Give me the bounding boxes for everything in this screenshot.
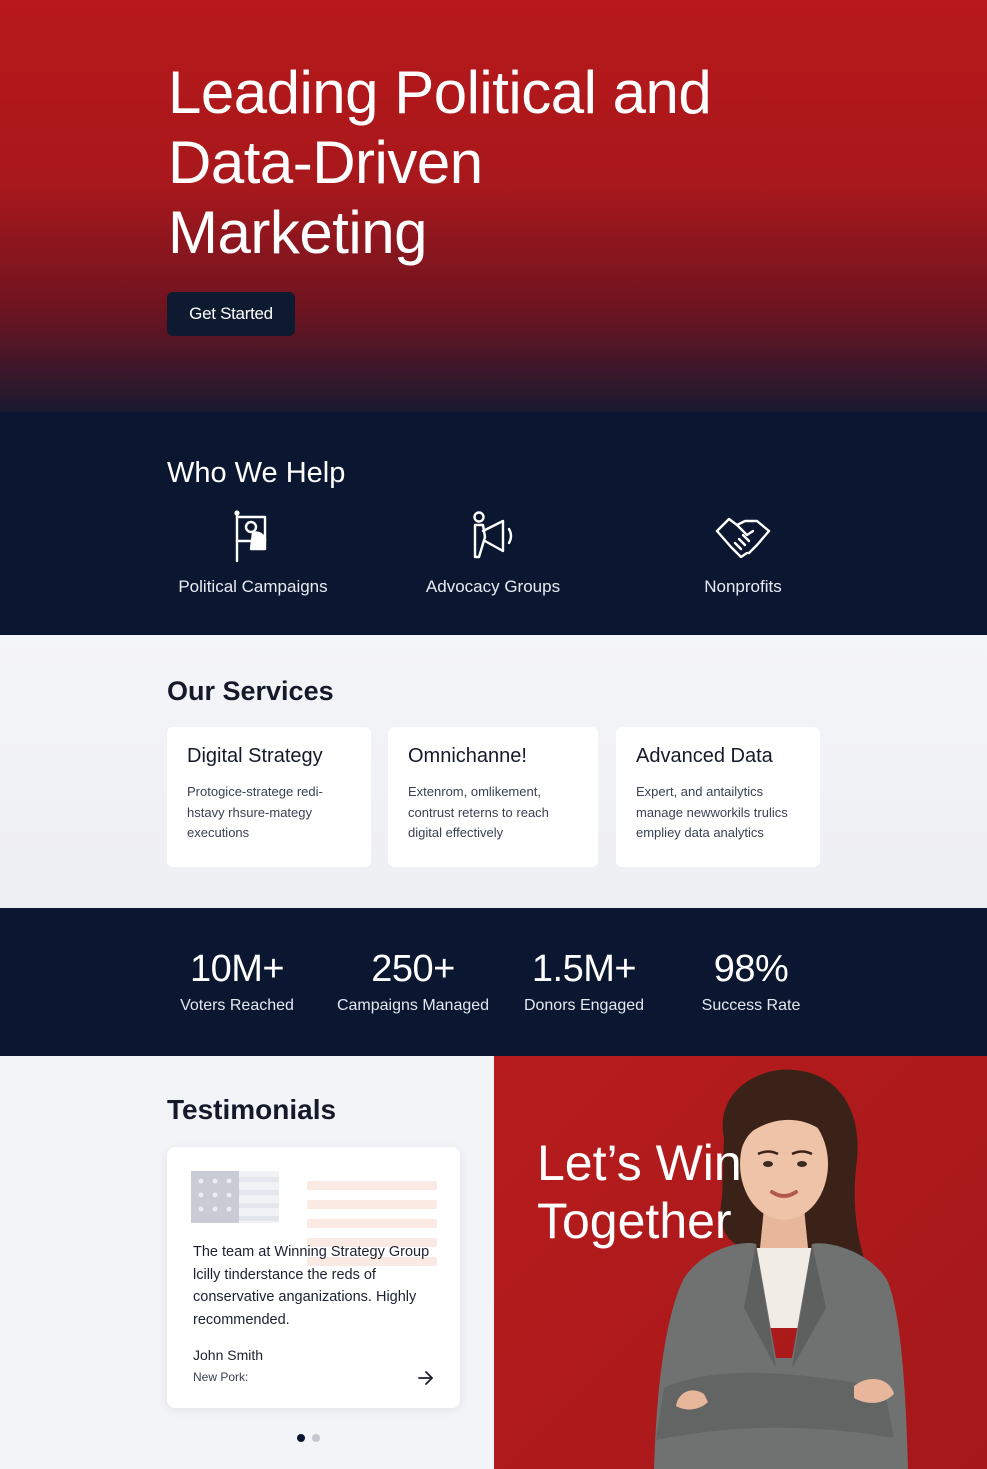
stat-value: 250+ <box>371 948 455 990</box>
testimonials-section: Testimonials The team at Winning Strateg… <box>0 1056 494 1469</box>
get-started-button[interactable]: Get Started <box>167 292 295 336</box>
services-title: Our Services <box>167 676 334 706</box>
who-we-help-section: Who We Help Political Campaigns Advocacy… <box>0 412 987 635</box>
carousel-dots <box>297 1434 320 1442</box>
stat-success-rate: 98% Success Rate <box>661 948 841 1015</box>
stat-voters-reached: 10M+ Voters Reached <box>147 948 327 1015</box>
testimonial-author: John Smith <box>193 1347 264 1363</box>
carousel-dot-active[interactable] <box>297 1434 305 1442</box>
testimonial-quote: The team at Winning Strategy Group lcill… <box>193 1244 430 1328</box>
businesswoman-portrait <box>654 1069 908 1469</box>
stat-label: Donors Engaged <box>523 997 645 1014</box>
service-card-digital-strategy[interactable]: Digital Strategy Protogice-stratege redi… <box>167 727 371 867</box>
cta-section: Let’s Win Together <box>494 1056 987 1469</box>
stats-section: 10M+ Voters Reached 250+ Campaigns Manag… <box>0 908 987 1056</box>
service-card-description: Protogice-stratege redi-hstavy rhsure-ma… <box>187 784 323 840</box>
stat-value: 1.5M+ <box>531 948 637 990</box>
hero-section: Leading Political and Data-Driven Market… <box>0 0 987 412</box>
hero-title: Leading Political and Data-Driven Market… <box>168 59 712 266</box>
testimonials-title: Testimonials <box>167 1094 337 1125</box>
carousel-dot[interactable] <box>312 1434 320 1442</box>
service-card-description: Expert, and antailytics manage newworkil… <box>636 784 788 840</box>
help-item-label: Advocacy Groups <box>425 577 561 596</box>
who-we-help-title: Who We Help <box>167 457 346 489</box>
arrow-right-icon[interactable] <box>417 1369 435 1387</box>
service-card-description: Extenrom, omlikement, contrust reterns t… <box>408 784 549 840</box>
help-item-political-campaigns[interactable]: Political Campaigns <box>153 507 353 597</box>
stat-label: Voters Reached <box>180 997 294 1014</box>
american-flag-icon <box>191 1171 279 1223</box>
stat-donors-engaged: 1.5M+ Donors Engaged <box>494 948 674 1015</box>
stat-value: 10M+ <box>189 948 285 990</box>
services-section: Our Services Digital Strategy Protogice-… <box>0 635 987 908</box>
service-card-title: Omnichanne! <box>408 745 527 767</box>
campaign-flag-icon <box>234 510 267 563</box>
help-item-label: Political Campaigns <box>178 577 328 596</box>
help-item-advocacy-groups[interactable]: Advocacy Groups <box>393 507 593 597</box>
service-card-advanced-data[interactable]: Advanced Data Expert, and antailytics ma… <box>616 727 820 867</box>
cta-title: Let’s Win Together <box>537 1135 742 1249</box>
help-item-nonprofits[interactable]: Nonprofits <box>643 507 843 597</box>
stat-value: 98% <box>713 948 789 990</box>
megaphone-icon <box>473 511 513 559</box>
handshake-icon <box>715 517 771 559</box>
service-card-title: Advanced Data <box>636 745 773 767</box>
stat-label: Success Rate <box>701 997 801 1014</box>
help-item-label: Nonprofits <box>704 577 782 596</box>
stat-campaigns-managed: 250+ Campaigns Managed <box>323 948 503 1015</box>
stat-label: Campaigns Managed <box>336 997 490 1014</box>
testimonial-location: New Pork: <box>193 1370 249 1384</box>
service-card-omnichannel[interactable]: Omnichanne! Extenrom, omlikement, contru… <box>388 727 598 867</box>
service-card-title: Digital Strategy <box>187 745 323 767</box>
testimonial-card: The team at Winning Strategy Group lcill… <box>167 1147 460 1408</box>
